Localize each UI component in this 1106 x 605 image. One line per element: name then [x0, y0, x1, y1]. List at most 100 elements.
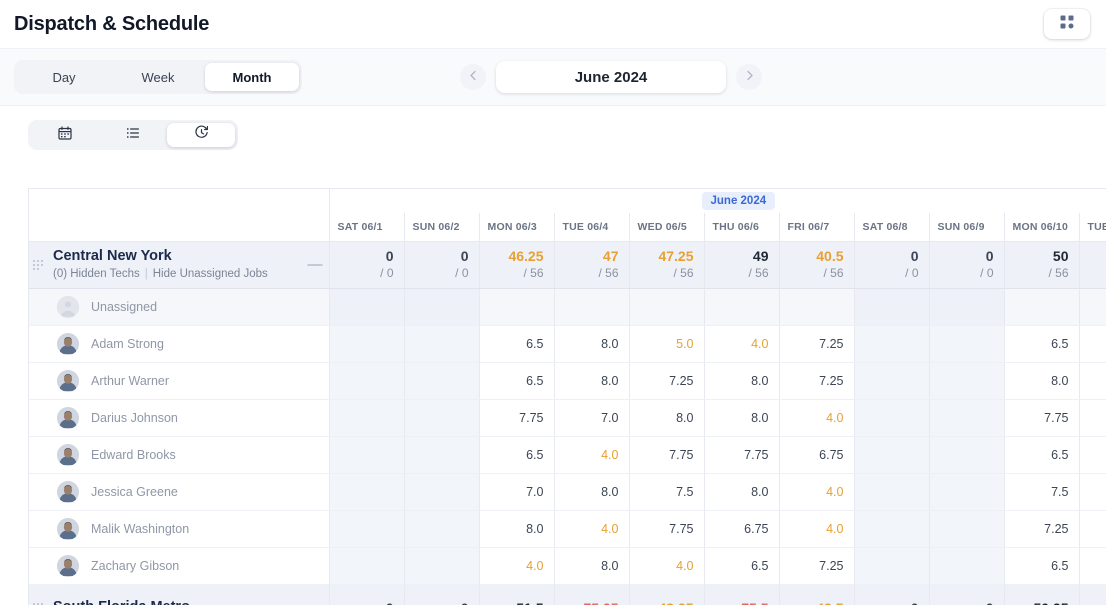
hours-cell[interactable] — [1079, 399, 1106, 437]
collapse-group-button[interactable]: — — [308, 599, 329, 605]
hours-cell[interactable] — [329, 399, 405, 437]
hours-cell[interactable] — [329, 436, 405, 474]
hours-cell[interactable]: 7.25 — [779, 325, 855, 363]
hours-cell[interactable]: 7.25 — [779, 547, 855, 585]
hours-cell[interactable]: 4.0 — [704, 325, 780, 363]
next-period-button[interactable] — [736, 64, 762, 90]
hours-cell[interactable]: 4.0 — [554, 436, 630, 474]
hours-cell[interactable]: 7.0 — [479, 473, 555, 511]
hours-cell[interactable]: 6.5 — [1004, 325, 1080, 363]
hours-cell[interactable]: 7.5 — [1004, 473, 1080, 511]
hours-cell[interactable]: 6.5 — [479, 325, 555, 363]
hours-cell[interactable] — [1079, 362, 1106, 400]
current-period-label[interactable]: June 2024 — [496, 61, 726, 93]
hours-cell[interactable] — [404, 547, 480, 585]
tab-week[interactable]: Week — [111, 63, 205, 91]
hours-cell[interactable]: 8.0 — [704, 473, 780, 511]
hours-cell[interactable]: 8.0 — [554, 362, 630, 400]
hours-cell[interactable]: 4.0 — [779, 473, 855, 511]
display-mode-list[interactable] — [99, 123, 167, 147]
hours-cell[interactable] — [629, 288, 705, 326]
technician-row[interactable]: Adam Strong 6.5 8.0 5.0 4.0 7.25 6.5 — [29, 325, 1106, 363]
hours-cell[interactable] — [404, 510, 480, 548]
hours-cell[interactable] — [929, 547, 1005, 585]
hours-cell[interactable]: 7.75 — [629, 436, 705, 474]
previous-period-button[interactable] — [460, 64, 486, 90]
hours-cell[interactable]: 7.5 — [629, 473, 705, 511]
hours-cell[interactable]: 7.25 — [1004, 510, 1080, 548]
hours-cell[interactable]: 7.0 — [554, 399, 630, 437]
hours-cell[interactable]: 8.0 — [1004, 362, 1080, 400]
display-mode-calendar[interactable] — [31, 123, 99, 147]
hours-cell[interactable]: 7.75 — [704, 436, 780, 474]
hours-cell[interactable] — [404, 288, 480, 326]
collapse-group-button[interactable]: — — [308, 256, 329, 273]
hours-cell[interactable] — [929, 436, 1005, 474]
hours-cell[interactable] — [329, 547, 405, 585]
hours-cell[interactable]: 5.0 — [629, 325, 705, 363]
hours-cell[interactable]: 6.5 — [479, 362, 555, 400]
hours-cell[interactable] — [854, 547, 930, 585]
hours-cell[interactable] — [929, 399, 1005, 437]
hours-cell[interactable]: 4.0 — [479, 547, 555, 585]
hours-cell[interactable] — [854, 325, 930, 363]
hours-cell[interactable] — [479, 288, 555, 326]
hours-cell[interactable]: 7.75 — [479, 399, 555, 437]
hours-cell[interactable]: 6.75 — [704, 510, 780, 548]
display-mode-timeline[interactable] — [167, 123, 235, 147]
hours-cell[interactable] — [929, 325, 1005, 363]
hours-cell[interactable] — [854, 510, 930, 548]
hours-cell[interactable] — [1079, 547, 1106, 585]
hours-cell[interactable] — [404, 362, 480, 400]
hours-cell[interactable] — [1004, 288, 1080, 326]
hours-cell[interactable] — [1079, 473, 1106, 511]
hours-cell[interactable] — [929, 362, 1005, 400]
hours-cell[interactable] — [854, 436, 930, 474]
hours-cell[interactable] — [704, 288, 780, 326]
hours-cell[interactable]: 8.0 — [629, 399, 705, 437]
hours-cell[interactable]: 8.0 — [704, 362, 780, 400]
tab-day[interactable]: Day — [17, 63, 111, 91]
hours-cell[interactable] — [929, 510, 1005, 548]
hours-cell[interactable] — [854, 362, 930, 400]
hours-cell[interactable]: 4.0 — [629, 547, 705, 585]
technician-row[interactable]: Edward Brooks 6.5 4.0 7.75 7.75 6.75 6.5 — [29, 436, 1106, 474]
hours-cell[interactable] — [404, 325, 480, 363]
hours-cell[interactable]: 8.0 — [554, 547, 630, 585]
hours-cell[interactable]: 8.0 — [704, 399, 780, 437]
hours-cell[interactable] — [329, 325, 405, 363]
grid-apps-button[interactable] — [1044, 9, 1090, 39]
hours-cell[interactable]: 8.0 — [554, 325, 630, 363]
hours-cell[interactable] — [329, 473, 405, 511]
hours-cell[interactable] — [854, 399, 930, 437]
hours-cell[interactable] — [1079, 510, 1106, 548]
hours-cell[interactable]: 6.5 — [704, 547, 780, 585]
hours-cell[interactable]: 6.5 — [1004, 436, 1080, 474]
technician-row[interactable]: Jessica Greene 7.0 8.0 7.5 8.0 4.0 7.5 — [29, 473, 1106, 511]
hours-cell[interactable]: 8.0 — [554, 473, 630, 511]
hours-cell[interactable]: 7.75 — [629, 510, 705, 548]
hours-cell[interactable]: 6.5 — [1004, 547, 1080, 585]
hours-cell[interactable] — [929, 473, 1005, 511]
hours-cell[interactable]: 4.0 — [779, 399, 855, 437]
tab-month[interactable]: Month — [205, 63, 299, 91]
hours-cell[interactable] — [404, 473, 480, 511]
hours-cell[interactable] — [929, 288, 1005, 326]
hours-cell[interactable] — [329, 288, 405, 326]
hours-cell[interactable]: 8.0 — [479, 510, 555, 548]
hours-cell[interactable] — [554, 288, 630, 326]
hours-cell[interactable]: 7.25 — [629, 362, 705, 400]
hours-cell[interactable] — [1079, 288, 1106, 326]
hide-unassigned-jobs-link[interactable]: Hide Unassigned Jobs — [153, 268, 268, 280]
hours-cell[interactable] — [779, 288, 855, 326]
hours-cell[interactable]: 7.25 — [779, 362, 855, 400]
technician-row[interactable]: Unassigned — [29, 288, 1106, 326]
hours-cell[interactable] — [1079, 325, 1106, 363]
hours-cell[interactable] — [854, 473, 930, 511]
hidden-techs-label[interactable]: (0) Hidden Techs — [53, 268, 140, 280]
technician-row[interactable]: Darius Johnson 7.75 7.0 8.0 8.0 4.0 7.75 — [29, 399, 1106, 437]
hours-cell[interactable] — [329, 510, 405, 548]
drag-handle-icon[interactable] — [33, 259, 45, 270]
hours-cell[interactable] — [329, 362, 405, 400]
technician-row[interactable]: Zachary Gibson 4.0 8.0 4.0 6.5 7.25 6.5 — [29, 547, 1106, 585]
